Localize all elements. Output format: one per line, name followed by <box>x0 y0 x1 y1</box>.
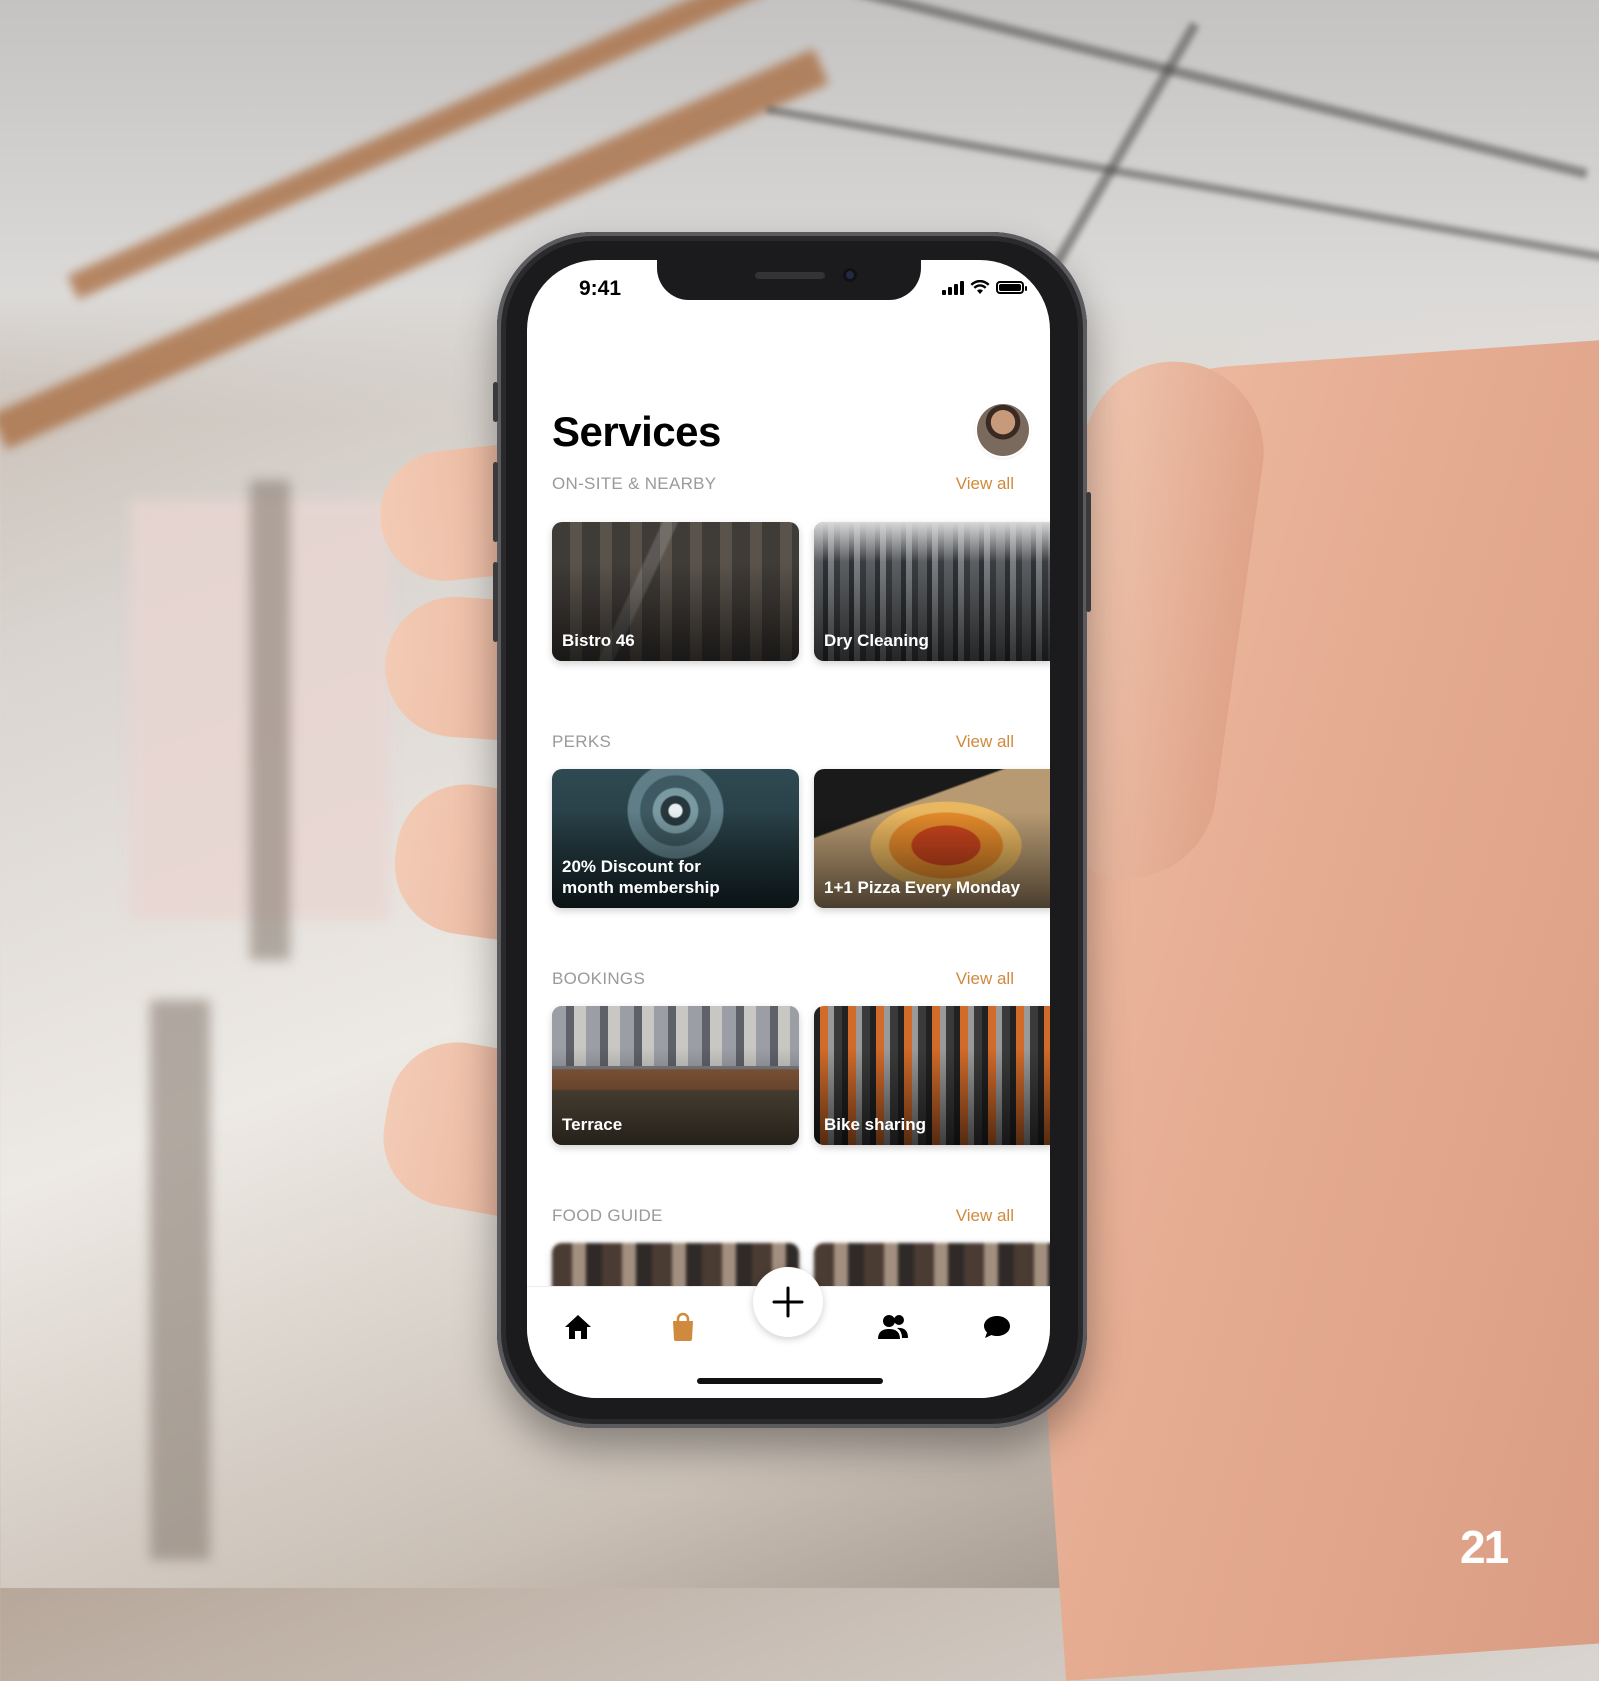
shopping-bag-icon <box>673 1312 693 1341</box>
cellular-signal-icon <box>942 280 964 295</box>
front-camera <box>843 268 857 282</box>
tab-messages[interactable] <box>975 1305 1019 1349</box>
page-title: Services <box>552 408 721 455</box>
section-label-perks: PERKS <box>552 732 612 751</box>
tab-services[interactable] <box>661 1305 705 1349</box>
page-number: 21 <box>1460 1521 1509 1573</box>
power-button <box>1086 492 1091 612</box>
card-label: Bike sharing <box>824 1115 927 1134</box>
home-icon <box>565 1315 591 1339</box>
mute-switch <box>493 382 498 422</box>
section-label-on-site: ON-SITE & NEARBY <box>552 474 717 493</box>
card-pizza-monday[interactable]: 1+1 Pizza Every Monday <box>814 769 1050 908</box>
battery-icon <box>996 281 1027 294</box>
section-label-bookings: BOOKINGS <box>552 969 646 988</box>
status-time: 9:41 <box>579 277 622 300</box>
card-label: Terrace <box>562 1115 623 1134</box>
status-icons <box>942 280 1027 295</box>
card-gym-discount[interactable]: 20% Discount for month membership <box>552 769 799 908</box>
volume-up-button <box>493 462 498 542</box>
chat-bubble-icon <box>984 1316 1010 1338</box>
card-label: Bistro 46 <box>562 631 635 650</box>
card-bistro-46[interactable]: Bistro 46 <box>552 522 799 661</box>
view-all-perks-link[interactable]: View all <box>956 732 1014 752</box>
plus-icon <box>772 1286 804 1318</box>
people-icon <box>878 1315 908 1339</box>
phone-frame: 9:41 Services ON-SITE & NEARBY View all … <box>493 232 1091 1428</box>
card-bike-sharing[interactable]: Bike sharing <box>814 1006 1050 1145</box>
tab-home[interactable] <box>556 1305 600 1349</box>
add-button[interactable] <box>753 1267 823 1337</box>
pillar <box>150 1000 210 1560</box>
volume-down-button <box>493 562 498 642</box>
tab-community[interactable] <box>871 1305 915 1349</box>
notch <box>657 260 921 300</box>
view-all-bookings-link[interactable]: View all <box>956 969 1014 989</box>
avatar[interactable] <box>977 404 1029 456</box>
card-dry-cleaning[interactable]: Dry Cleaning <box>814 522 1050 661</box>
view-all-on-site-link[interactable]: View all <box>956 474 1014 494</box>
view-all-food-guide-link[interactable]: View all <box>956 1206 1014 1226</box>
card-label: 20% Discount for month membership <box>562 857 720 897</box>
wifi-icon <box>970 280 990 294</box>
card-terrace[interactable]: Terrace <box>552 1006 799 1145</box>
card-label: 1+1 Pizza Every Monday <box>824 878 1021 897</box>
card-label: Dry Cleaning <box>824 631 929 650</box>
pillar <box>250 480 290 960</box>
speaker <box>755 272 825 279</box>
section-label-food-guide: FOOD GUIDE <box>552 1206 663 1225</box>
home-indicator <box>697 1378 883 1384</box>
app-screen: 9:41 Services ON-SITE & NEARBY View all … <box>527 260 1050 1398</box>
